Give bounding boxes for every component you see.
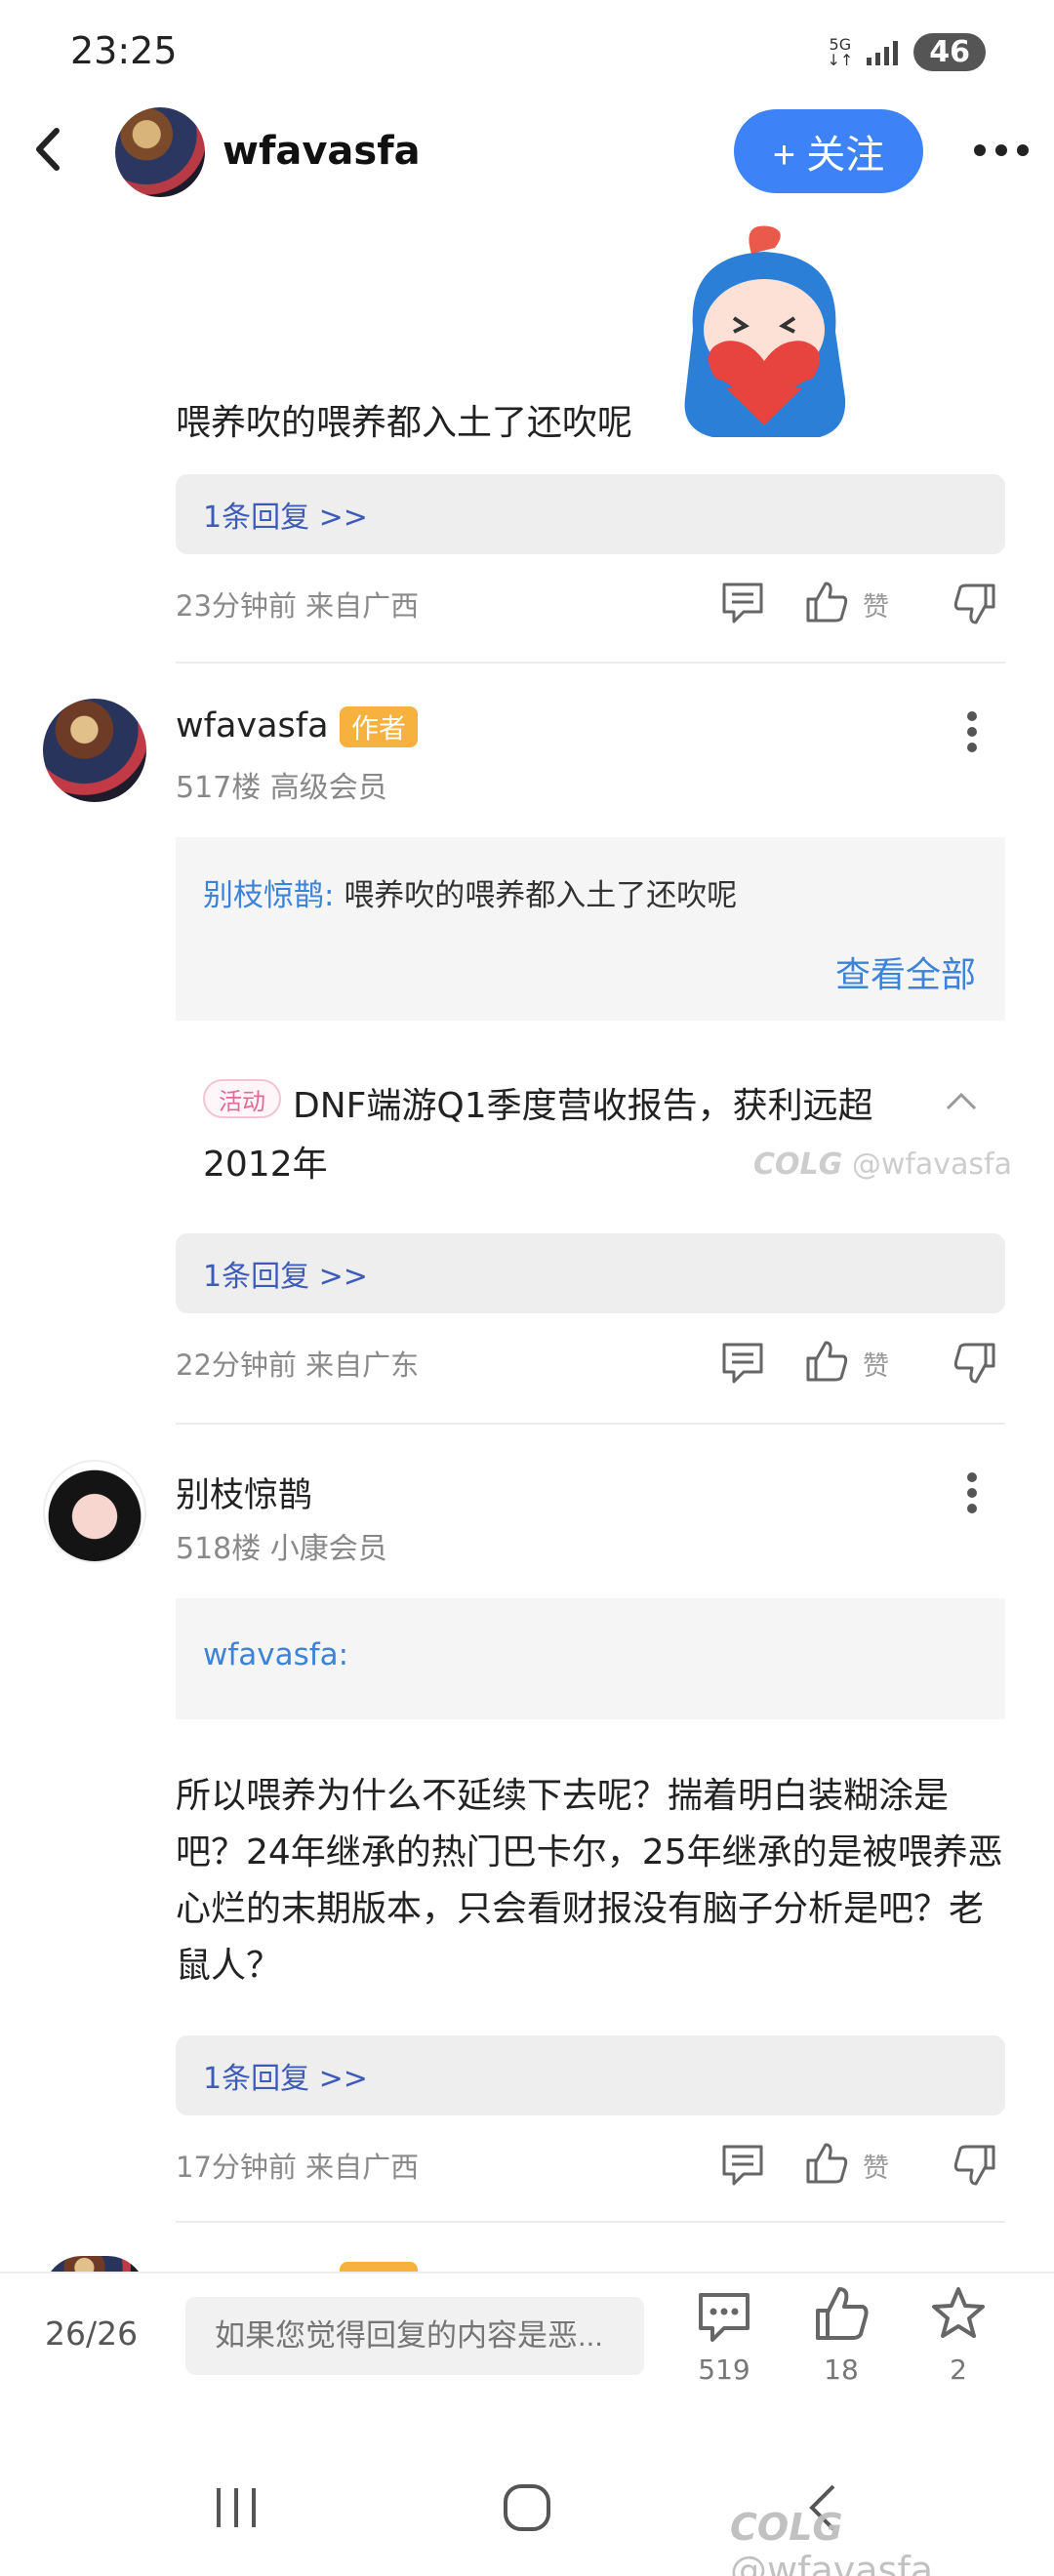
reply-input[interactable] [185,2297,644,2375]
quote-text: 喂养吹的喂养都入土了还吹呢 [344,878,738,913]
thumbs-up-icon[interactable] [804,580,849,624]
header-avatar[interactable] [115,107,205,197]
thumbs-up-icon[interactable] [804,2141,849,2186]
heart-sticker-image [684,225,846,437]
thumbs-down-icon[interactable] [953,2143,997,2188]
divider [176,2221,1005,2223]
comment-meta: 22分钟前 来自广东 [176,1348,420,1382]
comments-icon[interactable] [695,2289,753,2346]
view-replies-link[interactable]: 1条回复 >> [176,1233,1005,1313]
like-label[interactable]: 赞 [863,2147,889,2185]
like-label[interactable]: 赞 [863,585,889,624]
recent-apps-icon[interactable] [211,2478,262,2537]
status-icons: 5G ↓↑ 46 [827,33,986,71]
view-replies-link[interactable]: 1条回复 >> [176,2035,1005,2115]
like-icon[interactable] [812,2285,871,2342]
author-badge: 作者 [340,706,418,747]
watermark: COLG @wfavasfa [753,1147,1013,1182]
comment-username[interactable]: 别枝惊鹊 [176,1468,312,1517]
status-time: 23:25 [70,29,178,72]
chevron-up-icon[interactable] [945,1091,978,1112]
divider [176,1423,1005,1425]
quote-box[interactable]: wfavasfa: [176,1598,1005,1719]
comment-meta: 23分钟前 来自广西 [176,589,420,623]
page-indicator[interactable]: 26/26 [45,2314,138,2353]
avatar[interactable] [43,699,146,802]
floor-info: 517楼 高级会员 [176,771,387,805]
see-all-link[interactable]: 查看全部 [835,946,976,997]
divider [176,662,1005,664]
comments-count: 519 [698,2354,750,2386]
header-username[interactable]: wfavasfa [223,129,421,174]
comment-icon[interactable] [720,2143,765,2188]
battery-indicator: 46 [913,33,986,71]
comment-text: DNF端游Q1季度营收报告，获利远超 [293,1086,873,1126]
comment-menu-icon[interactable] [964,1471,980,1514]
quote-username[interactable]: 别枝惊鹊: [203,878,334,913]
watermark: COLG @wfavasfa [730,2506,933,2576]
thumbs-up-icon[interactable] [804,1339,849,1384]
comment-icon[interactable] [720,1341,765,1386]
activity-tag[interactable]: 活动 [203,1079,281,1118]
comment-text: 喂养吹的喂养都入土了还吹呢 [176,403,633,443]
more-options-icon[interactable] [972,142,1031,158]
comment-menu-icon[interactable] [964,710,980,753]
comment-username[interactable]: wfavasfa [176,706,329,745]
home-icon[interactable] [502,2478,552,2537]
thumbs-down-icon[interactable] [953,1341,997,1386]
like-label[interactable]: 赞 [863,1345,889,1383]
network-indicator: 5G ↓↑ [827,34,854,69]
star-icon[interactable] [929,2285,988,2342]
quote-box[interactable]: 别枝惊鹊: 喂养吹的喂养都入土了还吹呢 查看全部 [176,837,1005,1021]
likes-count: 18 [824,2354,859,2386]
comment-icon[interactable] [720,581,765,625]
comment-text: 所以喂养为什么不延续下去呢？揣着明白装糊涂是吧？24年继承的热门巴卡尔，25年继… [176,1776,1003,1986]
floor-info: 518楼 小康会员 [176,1532,387,1566]
follow-button[interactable]: + 关注 [734,109,923,193]
comment-text-line2: 2012年 [203,1145,328,1185]
quote-username[interactable]: wfavasfa: [203,1637,348,1672]
view-replies-link[interactable]: 1条回复 >> [176,474,1005,554]
thumbs-down-icon[interactable] [953,582,997,626]
back-arrow-icon[interactable] [29,123,72,176]
signal-icon [867,40,899,65]
favorites-count: 2 [950,2354,967,2386]
avatar[interactable] [43,1460,146,1563]
comment-meta: 17分钟前 来自广西 [176,2151,420,2184]
